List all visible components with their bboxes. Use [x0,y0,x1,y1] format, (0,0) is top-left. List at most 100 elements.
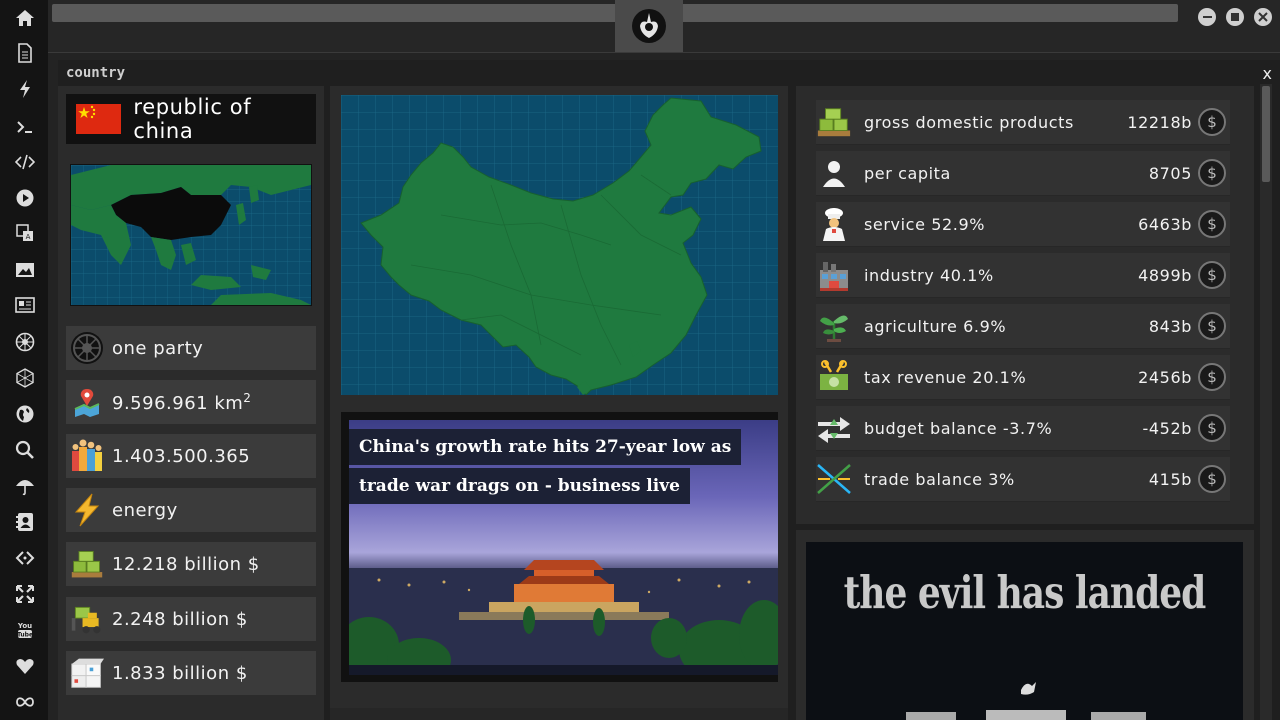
dollar-coin-icon[interactable]: $ [1198,312,1226,340]
expand-icon[interactable] [12,581,38,607]
population-value: 1.403.500.365 [112,445,251,467]
money-pallet-icon [816,104,852,140]
tax-icon [816,359,852,395]
svg-text:A: A [26,233,31,241]
link-icon[interactable] [12,545,38,571]
headline-line-2: trade war drags on - business live [349,468,690,504]
econ-label: trade balance 3% [864,469,1015,489]
chef-icon [816,206,852,242]
government-stat: one party [66,326,316,370]
factory-icon [816,257,852,293]
play-icon[interactable] [12,185,38,211]
econ-value: 12218b [1127,112,1192,132]
empire-icon[interactable] [12,329,38,355]
globe-icon[interactable] [12,401,38,427]
econ-label: budget balance -3.7% [864,418,1053,438]
econ-value: -452b [1142,418,1192,438]
sprout-icon [816,308,852,344]
econ-row-gdp: gross domestic products 12218b $ [816,100,1230,145]
econ-value: 843b [1148,316,1192,336]
search-icon[interactable] [12,437,38,463]
dollar-coin-icon[interactable]: $ [1198,159,1226,187]
infinity-icon[interactable] [12,689,38,715]
country-map[interactable] [341,95,778,395]
hexagon-icon[interactable] [12,365,38,391]
gdp-value: 12.218 billion $ [112,553,260,575]
image-icon[interactable] [12,257,38,283]
econ-row-tax: tax revenue 20.1% 2456b $ [816,355,1230,400]
heart-icon[interactable] [12,653,38,679]
dollar-coin-icon[interactable]: $ [1198,261,1226,289]
dollar-coin-icon[interactable]: $ [1198,363,1226,391]
newspaper-icon[interactable] [12,292,38,318]
area-number: 9.596.961 km [112,392,244,414]
country-header: republic of china [66,94,316,144]
energy-icon [70,493,104,527]
country-panel: country x republic of china one party 9.… [58,60,1280,720]
dollar-coin-icon[interactable]: $ [1198,108,1226,136]
bolt-icon[interactable] [12,76,38,102]
panel-close-button[interactable]: x [1263,64,1272,83]
export-stat: 2.248 billion $ [66,597,316,641]
econ-label: service 52.9% [864,214,986,234]
econ-row-budget: budget balance -3.7% -452b $ [816,406,1230,451]
rebel-logo-icon[interactable] [615,0,683,52]
promo-title: the evil has landed [843,566,1207,620]
dollar-coin-icon[interactable]: $ [1198,465,1226,493]
energy-label: energy [112,499,178,521]
scrollbar-thumb[interactable] [1262,86,1270,182]
svg-text:You: You [17,622,32,630]
close-window-button[interactable] [1254,8,1272,26]
econ-row-per-capita: per capita 8705 $ [816,151,1230,196]
promo-image: the evil has landed [806,542,1243,720]
svg-text:Tube: Tube [17,632,33,639]
world-minimap[interactable] [70,164,312,306]
code-icon[interactable] [12,149,38,175]
translate-icon[interactable]: A [12,220,38,246]
terminal-icon[interactable] [12,114,38,140]
map-pin-icon [70,385,104,419]
econ-value: 415b [1148,469,1192,489]
umbrella-icon[interactable] [12,473,38,499]
import-value: 1.833 billion $ [112,662,248,684]
news-card[interactable]: China's growth rate hits 27-year low as … [341,412,778,682]
econ-row-agriculture: agriculture 6.9% 843b $ [816,304,1230,349]
economy-column: gross domestic products 12218b $ per cap… [796,86,1254,524]
econ-value: 4899b [1138,265,1192,285]
youtube-icon[interactable]: You Tube [12,617,38,643]
econ-row-industry: industry 40.1% 4899b $ [816,253,1230,298]
home-icon[interactable] [12,5,38,31]
econ-label: agriculture 6.9% [864,316,1007,336]
population-stat: 1.403.500.365 [66,434,316,478]
document-icon[interactable] [12,40,38,66]
econ-value: 2456b [1138,367,1192,387]
econ-value: 8705 [1148,163,1192,183]
econ-label: tax revenue 20.1% [864,367,1027,387]
area-unit-exponent: 2 [243,390,252,405]
boxes-icon [70,656,104,690]
forklift-icon [70,602,104,636]
empire-icon [70,331,104,365]
dollar-coin-icon[interactable]: $ [1198,414,1226,442]
trade-icon [816,461,852,497]
china-flag-icon [76,104,122,134]
minimize-button[interactable] [1198,8,1216,26]
maximize-button[interactable] [1226,8,1244,26]
sidebar: A You Tube [0,0,48,720]
econ-label: gross domestic products [864,112,1074,132]
energy-stat: energy [66,488,316,532]
import-stat: 1.833 billion $ [66,651,316,695]
contact-icon[interactable] [12,509,38,535]
news-image: China's growth rate hits 27-year low as … [349,420,778,675]
person-icon [816,155,852,191]
headline-line-1: China's growth rate hits 27-year low as [349,429,742,465]
country-column: republic of china one party 9.596.961 km… [58,86,324,720]
panel-title: country [66,65,126,81]
promo-card[interactable]: the evil has landed [796,530,1254,720]
econ-row-service: service 52.9% 6463b $ [816,202,1230,247]
dollar-coin-icon[interactable]: $ [1198,210,1226,238]
export-value: 2.248 billion $ [112,608,248,630]
news-headline: China's growth rate hits 27-year low as … [349,428,778,506]
scrollbar-track[interactable] [1260,84,1272,720]
money-pallet-icon [70,547,104,581]
